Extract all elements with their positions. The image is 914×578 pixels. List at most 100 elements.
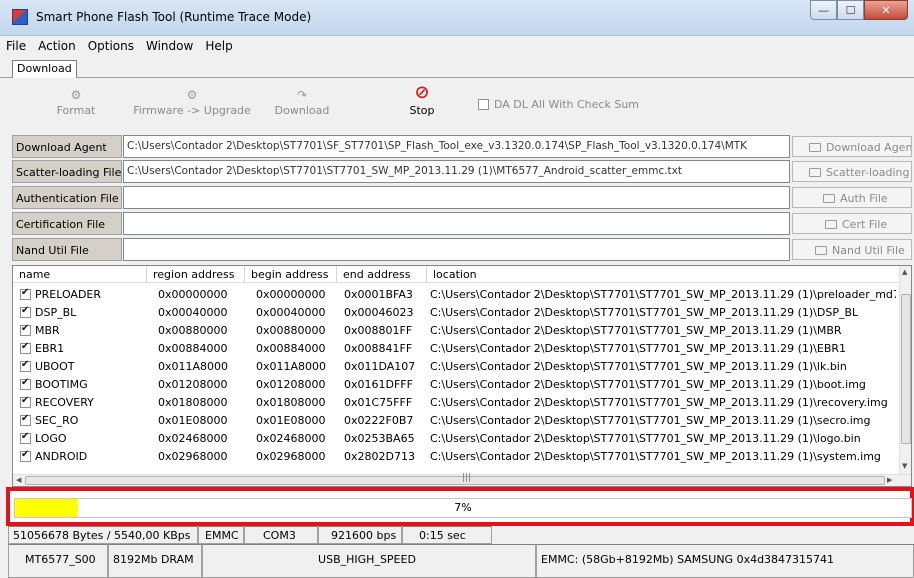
row-checkbox[interactable] [20, 413, 31, 426]
status-dram: 8192Mb DRAM [108, 544, 202, 578]
column-header-begin[interactable]: begin address [245, 266, 337, 283]
scroll-right-arrow-icon[interactable]: ▶ [887, 476, 892, 484]
cert-file-path[interactable] [123, 212, 790, 235]
close-button[interactable]: ✕ [864, 0, 908, 20]
scatter-loading-path[interactable]: C:\Users\Contador 2\Desktop\ST7701\ST770… [123, 160, 790, 183]
table-row[interactable]: LOGO 0x02468000 0x02468000 0x0253BA65 C:\Use… [13, 430, 900, 448]
cell-name: BOOTIMG [35, 378, 88, 391]
row-checkbox[interactable] [20, 359, 31, 372]
menu-help[interactable]: Help [199, 36, 238, 56]
progress-text: 7% [454, 501, 472, 514]
minimize-button[interactable]: — [810, 0, 837, 20]
column-header-location[interactable]: location [427, 266, 900, 283]
vertical-scrollbar[interactable]: ▲ ▼ [899, 266, 911, 474]
cell-begin: 0x00884000 [256, 342, 326, 355]
row-checkbox[interactable] [20, 305, 31, 318]
scatter-loading-label: Scatter-loading File [12, 160, 122, 183]
menu-options[interactable]: Options [82, 36, 140, 56]
tab-download[interactable]: Download [12, 60, 77, 78]
table-row[interactable]: MBR 0x00880000 0x00880000 0x008801FF C:\User… [13, 322, 900, 340]
folder-icon [815, 246, 827, 255]
progress-highlight: 7% [6, 487, 914, 526]
menu-action[interactable]: Action [32, 36, 82, 56]
cell-region: 0x00884000 [158, 342, 228, 355]
cell-location: C:\Users\Contador 2\Desktop\ST7701\ST770… [430, 324, 842, 337]
table-header: name region address begin address end ad… [13, 266, 900, 283]
cell-name: MBR [35, 324, 60, 337]
scroll-left-arrow-icon[interactable]: ◀ [16, 476, 21, 484]
scroll-down-arrow-icon[interactable]: ▼ [902, 462, 907, 470]
auth-file-path[interactable] [123, 186, 790, 209]
hscroll-thumb[interactable] [25, 476, 885, 485]
scroll-thumb[interactable] [901, 294, 911, 444]
cell-location: C:\Users\Contador 2\Desktop\ST7701\ST770… [430, 378, 866, 391]
checkbox-box[interactable] [478, 99, 489, 110]
download-agent-path[interactable]: C:\Users\Contador 2\Desktop\ST7701\SF_ST… [123, 135, 790, 158]
status-port: COM3 [244, 526, 318, 544]
scatter-loading-button-label: Scatter-loading [826, 166, 910, 179]
scatter-loading-row: Scatter-loading File C:\Users\Contador 2… [12, 160, 912, 183]
cell-end: 0x2802D713 [344, 450, 415, 463]
download-agent-button[interactable]: Download Agent [792, 136, 912, 157]
table-row[interactable]: SEC_RO 0x01E08000 0x01E08000 0x0222F0B7 C:\U… [13, 412, 900, 430]
row-checkbox[interactable] [20, 377, 31, 390]
column-header-end[interactable]: end address [337, 266, 427, 283]
cell-begin: 0x00040000 [256, 306, 326, 319]
cell-region: 0x00040000 [158, 306, 228, 319]
title-bar[interactable]: Smart Phone Flash Tool (Runtime Trace Mo… [0, 0, 914, 36]
row-checkbox[interactable] [20, 287, 31, 300]
cell-end: 0x011DA107 [344, 360, 416, 373]
firmware-upgrade-button[interactable]: ⚙ Firmware -> Upgrade [132, 88, 252, 117]
table-row[interactable]: BOOTIMG 0x01208000 0x01208000 0x0161DFFF C:\… [13, 376, 900, 394]
format-icon: ⚙ [70, 88, 82, 102]
table-row[interactable]: DSP_BL 0x00040000 0x00040000 0x00046023 C:\U… [13, 304, 900, 322]
scroll-up-arrow-icon[interactable]: ▲ [902, 268, 907, 276]
da-dl-checksum-checkbox[interactable]: DA DL All With Check Sum [478, 98, 639, 111]
menu-file[interactable]: File [0, 36, 32, 56]
nand-util-path[interactable] [123, 238, 790, 261]
cell-end: 0x00046023 [344, 306, 414, 319]
table-row[interactable]: EBR1 0x00884000 0x00884000 0x008841FF C:\Use… [13, 340, 900, 358]
column-header-name[interactable]: name [13, 266, 147, 283]
download-icon: ↷ [296, 88, 308, 102]
cell-begin: 0x011A8000 [256, 360, 327, 373]
table-row[interactable]: RECOVERY 0x01808000 0x01808000 0x01C75FFF C:… [13, 394, 900, 412]
row-checkbox[interactable] [20, 395, 31, 408]
nand-util-button[interactable]: Nand Util File [792, 239, 912, 260]
menu-window[interactable]: Window [140, 36, 199, 56]
cell-end: 0x0161DFFF [344, 378, 413, 391]
auth-file-label: Authentication File [12, 186, 122, 209]
cell-location: C:\Users\Contador 2\Desktop\ST7701\ST770… [430, 396, 888, 409]
status-emmc-info: EMMC: (58Gb+8192Mb) SAMSUNG 0x4d38473157… [536, 544, 914, 578]
folder-icon [809, 143, 821, 152]
stop-button[interactable]: ⊘ Stop [402, 84, 442, 118]
column-header-region[interactable]: region address [147, 266, 245, 283]
format-button[interactable]: ⚙ Format [56, 88, 96, 117]
row-checkbox[interactable] [20, 449, 31, 462]
window-controls: — ☐ ✕ [810, 0, 908, 20]
cell-location: C:\Users\Contador 2\Desktop\ST7701\ST770… [430, 360, 847, 373]
download-agent-button-label: Download Agent [826, 141, 912, 154]
scatter-loading-button[interactable]: Scatter-loading [792, 161, 912, 182]
table-row[interactable]: PRELOADER 0x00000000 0x00000000 0x0001BFA3 C… [13, 286, 900, 304]
maximize-button[interactable]: ☐ [837, 0, 864, 20]
firmware-upgrade-label: Firmware -> Upgrade [133, 104, 251, 117]
row-checkbox[interactable] [20, 431, 31, 444]
cell-region: 0x02468000 [158, 432, 228, 445]
cell-location: C:\Users\Contador 2\Desktop\ST7701\ST770… [430, 450, 881, 463]
table-row[interactable]: ANDROID 0x02968000 0x02968000 0x2802D713 C:\… [13, 448, 900, 466]
cell-end: 0x0253BA65 [344, 432, 415, 445]
row-checkbox[interactable] [20, 323, 31, 336]
scroll-grip-icon: ||| [462, 473, 472, 483]
cert-file-button[interactable]: Cert File [792, 213, 912, 234]
download-button[interactable]: ↷ Download [272, 88, 332, 117]
cell-begin: 0x01E08000 [256, 414, 326, 427]
row-checkbox[interactable] [20, 341, 31, 354]
cell-end: 0x008801FF [344, 324, 413, 337]
folder-icon [809, 168, 821, 177]
auth-file-button[interactable]: Auth File [792, 187, 912, 208]
auth-file-row: Authentication File Auth File [12, 186, 912, 209]
table-row[interactable]: UBOOT 0x011A8000 0x011A8000 0x011DA107 C:\Us… [13, 358, 900, 376]
stop-label: Stop [409, 104, 435, 117]
horizontal-scrollbar[interactable]: ◀ ||| ▶ [13, 473, 911, 486]
